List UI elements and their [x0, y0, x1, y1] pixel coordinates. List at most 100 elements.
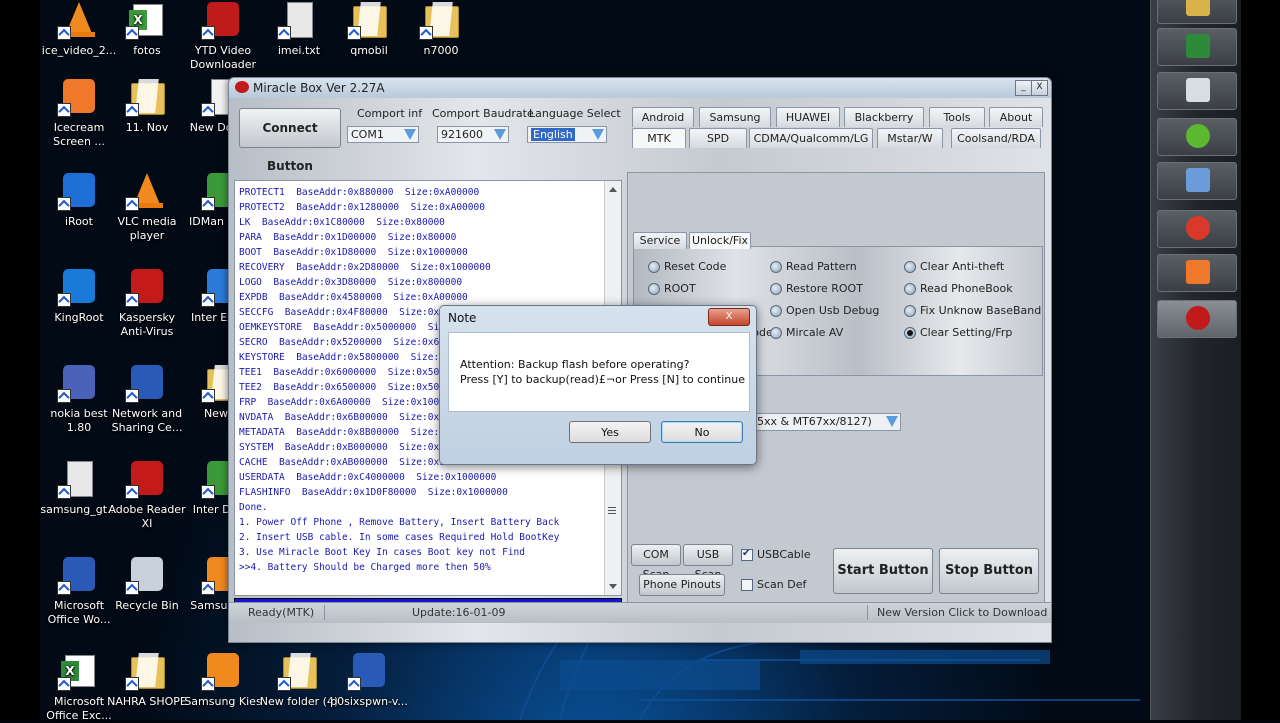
scroll-up-icon[interactable]: [609, 187, 617, 192]
desktop-icon-network[interactable]: Network and Sharing Ce...: [105, 363, 189, 435]
adobe-icon: [125, 459, 169, 499]
tab-cdma-qualcomm-lg[interactable]: CDMA/Qualcomm/LG: [749, 128, 873, 148]
status-bar: Ready(MTK) Update:16-01-09 New Version C…: [229, 602, 1051, 623]
dialog-close-button[interactable]: X: [708, 308, 750, 326]
window-titlebar[interactable]: Miracle Box Ver 2.27A _ X: [229, 78, 1051, 98]
log-line: BOOT BaseAddr:0x1D80000 Size:0x1000000: [239, 247, 468, 258]
option-reset-code[interactable]: Reset Code: [648, 259, 726, 275]
nahra-icon: [125, 651, 169, 691]
dialog-line-1: Attention: Backup flash before operating…: [460, 358, 690, 371]
desktop-icon-label: fotos: [133, 44, 161, 57]
word-icon: [57, 555, 101, 595]
status-ready: Ready(MTK): [248, 606, 315, 619]
newfolder4-icon: [277, 651, 321, 691]
desktop-icon-vlc[interactable]: VLC media player: [105, 171, 189, 243]
desktop-icon-label: YTD Video Downloader: [190, 44, 256, 71]
close-button[interactable]: X: [1031, 80, 1048, 96]
taskbar-button-chrome[interactable]: [1157, 210, 1237, 248]
desktop-icon-fotos[interactable]: Xfotos: [105, 0, 189, 58]
minimize-button[interactable]: _: [1015, 80, 1032, 96]
option-open-usb-debug[interactable]: Open Usb Debug: [770, 303, 879, 319]
tab-samsung[interactable]: Samsung: [699, 107, 771, 127]
scroll-thumb[interactable]: [607, 481, 617, 541]
scroll-down-icon[interactable]: [609, 584, 617, 589]
scan-def-checkbox[interactable]: Scan Def: [741, 578, 806, 592]
desktop-icon-recycle[interactable]: Recycle Bin: [105, 555, 189, 613]
taskbar-button-window[interactable]: [1157, 72, 1237, 110]
log-line: 2. Insert USB cable. In some cases Requi…: [239, 532, 560, 543]
desktop-icon-nahra[interactable]: NAHRA SHOPE: [105, 651, 189, 709]
option-restore-root[interactable]: Restore ROOT: [770, 281, 863, 297]
desktop-icon-label: VLC media player: [117, 215, 177, 242]
taskbar-button-excel[interactable]: [1157, 28, 1237, 66]
log-line: PROTECT1 BaseAddr:0x880000 Size:0xA00000: [239, 187, 480, 198]
option-mircale-av[interactable]: Mircale AV: [770, 325, 843, 341]
yes-button[interactable]: Yes: [569, 421, 651, 443]
subtab-service[interactable]: Service: [633, 232, 687, 249]
ice-video-icon: [57, 0, 101, 40]
dialog-title: Note: [448, 311, 477, 325]
cpu-type-select[interactable]: 5xx & MT67xx/8127): [753, 413, 901, 431]
log-line: RECOVERY BaseAddr:0x2D80000 Size:0x10000…: [239, 262, 491, 273]
desktop-icon-label: Samsung Kies: [184, 695, 262, 708]
comport-select[interactable]: COM1: [347, 126, 419, 143]
log-line: FLASHINFO BaseAddr:0x1D0F80000 Size:0x10…: [239, 487, 508, 498]
chevron-down-icon: [404, 129, 416, 140]
desktop-icon-kies[interactable]: Samsung Kies: [181, 651, 265, 709]
language-value: English: [531, 128, 575, 141]
tab-mstar-w[interactable]: Mstar/W: [877, 128, 943, 148]
taskbar-button-miracle[interactable]: [1157, 300, 1237, 338]
subtab-unlock-fix[interactable]: Unlock/Fix: [689, 232, 751, 249]
status-new-version[interactable]: New Version Click to Download: [877, 606, 1047, 619]
tab-about[interactable]: About: [989, 107, 1043, 127]
connect-button[interactable]: Connect Button: [239, 108, 341, 173]
start-button[interactable]: Start Button: [833, 548, 933, 594]
note-dialog: Note X Attention: Backup flash before op…: [439, 305, 757, 465]
nokia-icon: [57, 363, 101, 403]
taskbar-button-explorer[interactable]: [1157, 0, 1237, 24]
kaspersky-icon: [125, 267, 169, 307]
log-line: Done.: [239, 502, 268, 513]
11nov-icon: [125, 77, 169, 117]
desktop-icon-ytd[interactable]: YTD Video Downloader: [181, 0, 265, 72]
tab-spd[interactable]: SPD: [689, 128, 747, 148]
log-line: USERDATA BaseAddr:0xC4000000 Size:0x1000…: [239, 472, 497, 483]
tab-tools[interactable]: Tools: [929, 107, 985, 127]
dialog-line-2: Press [Y] to backup(read)£¬or Press [N] …: [460, 373, 745, 386]
taskbar-button-utorrent[interactable]: [1157, 118, 1237, 156]
option-root[interactable]: ROOT: [648, 281, 696, 297]
usb-scan-button[interactable]: USB Scan: [683, 544, 733, 581]
phone-pinouts-button[interactable]: Phone Pinouts: [639, 574, 725, 596]
stop-button[interactable]: Stop Button: [939, 548, 1039, 594]
language-select[interactable]: English: [527, 126, 607, 143]
desktop-icon-label: p0sixspwn-v...: [330, 695, 408, 708]
tab-coolsand-rda[interactable]: Coolsand/RDA: [951, 128, 1041, 148]
language-label: Language Select: [529, 107, 621, 120]
taskbar-button-computer[interactable]: [1157, 162, 1237, 200]
recycle-icon: [125, 555, 169, 595]
option-fix-unknow-baseband[interactable]: Fix Unknow BaseBand: [904, 303, 1041, 319]
tab-huawei[interactable]: HUAWEI: [776, 107, 840, 127]
taskbar-button-icecream[interactable]: [1157, 254, 1237, 292]
desktop-icon-kaspersky[interactable]: Kaspersky Anti-Virus: [105, 267, 189, 339]
excel-icon: X: [57, 651, 101, 691]
option-read-pattern[interactable]: Read Pattern: [770, 259, 857, 275]
cpu-type-value: 5xx & MT67xx/8127): [757, 415, 872, 428]
desktop-icon-11nov[interactable]: 11. Nov: [105, 77, 189, 135]
desktop-icon-n7000[interactable]: n7000: [399, 0, 483, 58]
com-scan-button[interactable]: COM Scan: [631, 544, 681, 581]
option-clear-setting-frp[interactable]: Clear Setting/Frp: [904, 325, 1012, 341]
tab-blackberry[interactable]: Blackberry: [844, 107, 924, 127]
vlc-icon: [125, 171, 169, 211]
tab-android[interactable]: Android: [632, 107, 694, 127]
no-button[interactable]: No: [661, 421, 743, 443]
option-read-phonebook[interactable]: Read PhoneBook: [904, 281, 1013, 297]
dialog-message: Attention: Backup flash before operating…: [448, 332, 750, 412]
usb-cable-checkbox[interactable]: USBCable: [741, 547, 811, 562]
desktop-icon-p0six[interactable]: p0sixspwn-v...: [327, 651, 411, 709]
option-clear-anti-theft[interactable]: Clear Anti-theft: [904, 259, 1004, 275]
baud-select[interactable]: 921600: [437, 126, 509, 143]
desktop-icon-label: Adobe Reader XI: [108, 503, 186, 530]
desktop-icon-adobe[interactable]: Adobe Reader XI: [105, 459, 189, 531]
tab-mtk[interactable]: MTK: [632, 128, 686, 148]
